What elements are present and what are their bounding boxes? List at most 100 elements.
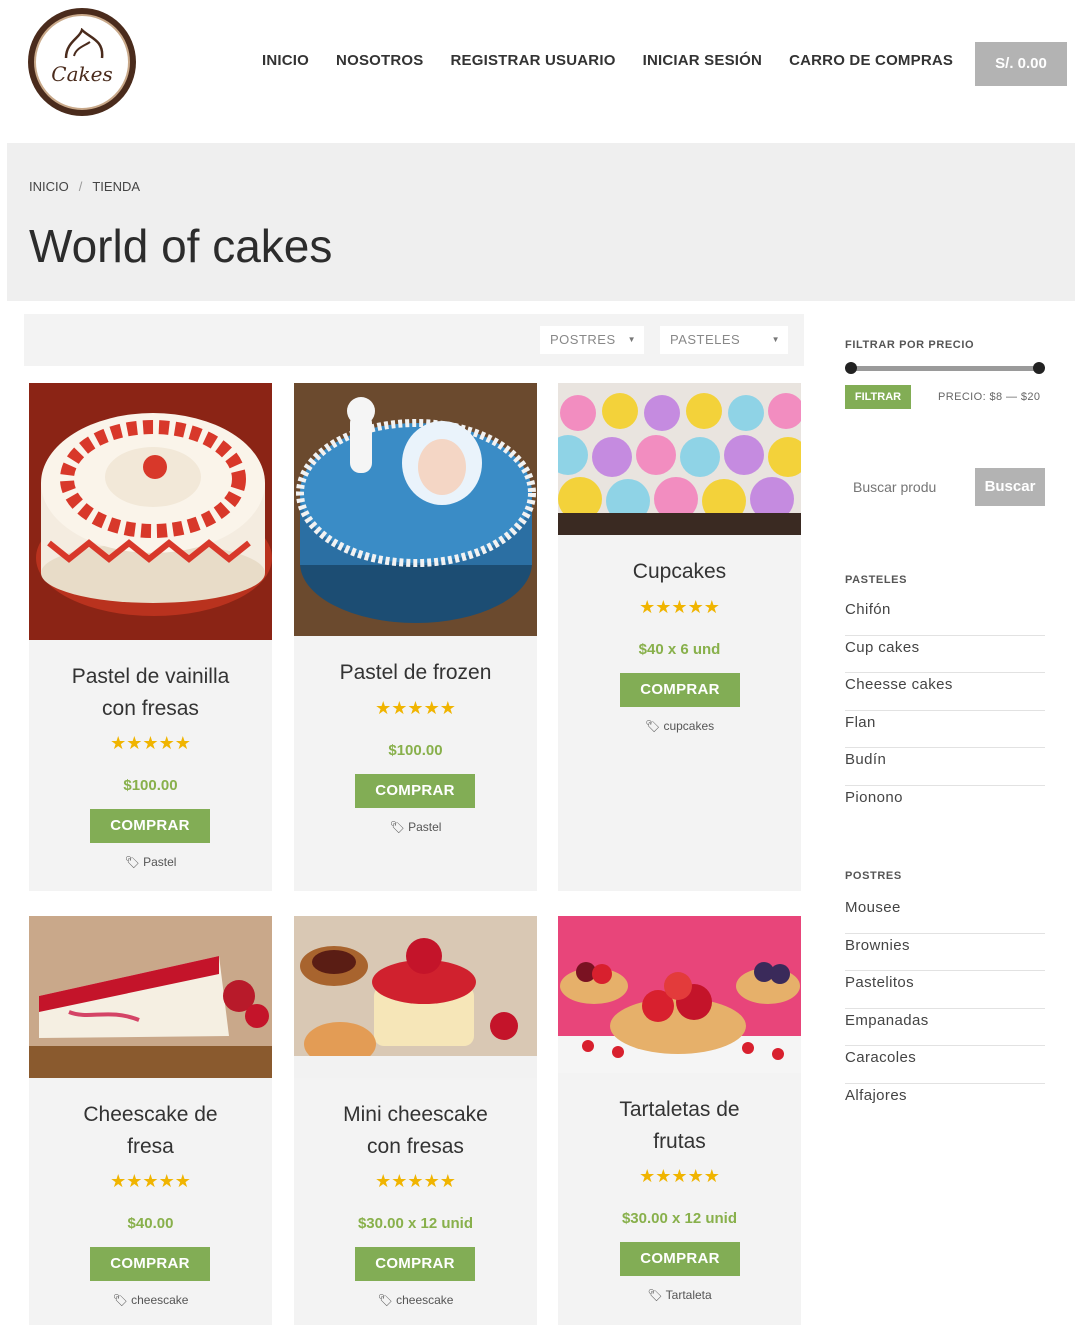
page-title: World of cakes xyxy=(29,220,333,272)
star-rating-icon: ★★★★★ xyxy=(375,1171,456,1191)
product-tag[interactable]: 🏷 Pastel xyxy=(29,855,272,869)
product-image-fruit-tarts[interactable] xyxy=(558,916,801,1073)
search-input[interactable] xyxy=(845,468,973,506)
nav-carro-de-compras[interactable]: CARRO DE COMPRAS xyxy=(789,52,953,69)
product-tag[interactable]: 🏷 cupcakes xyxy=(558,719,801,733)
filtrar-button[interactable]: FILTRAR xyxy=(845,385,911,409)
tag-icon: 🏷 xyxy=(389,820,409,834)
nav-nosotros[interactable]: NOSOTROS xyxy=(336,52,423,69)
product-image-mini-cheesecake[interactable] xyxy=(294,916,537,1078)
category-link-alfajores[interactable]: Alfajores xyxy=(845,1084,1045,1122)
postres-select[interactable]: POSTRES ▼ xyxy=(540,326,644,354)
product-name-line2[interactable]: fresa xyxy=(29,1131,272,1163)
tag-icon: 🏷 xyxy=(112,1293,132,1307)
comprar-button[interactable]: COMPRAR xyxy=(355,1247,475,1281)
product-image-strawberry-cheesecake[interactable] xyxy=(29,916,272,1078)
cupcake-swirl-icon xyxy=(64,28,104,59)
product-price: $100.00 xyxy=(388,742,443,759)
cakes-logo[interactable]: Cakes xyxy=(28,8,136,116)
product-tag[interactable]: 🏷 cheescake xyxy=(294,1293,537,1307)
tag-icon: 🏷 xyxy=(647,1288,666,1302)
product-image-vanilla-strawberry-cake[interactable] xyxy=(29,383,272,640)
category-link-empanadas[interactable]: Empanadas xyxy=(845,1009,1045,1046)
postres-category-title: POSTRES xyxy=(845,870,902,882)
product-card: Mini cheescake con fresas ★★★★★ $30.00 x… xyxy=(294,916,537,1325)
tag-icon: 🏷 xyxy=(124,855,144,869)
category-link-pionono[interactable]: Pionono xyxy=(845,786,1045,824)
star-rating-icon: ★★★★★ xyxy=(375,698,456,718)
product-name[interactable]: Pastel de frozen xyxy=(294,657,537,689)
product-card: Pastel de vainilla con fresas ★★★★★ $100… xyxy=(29,383,272,891)
product-name[interactable]: Tartaletas de xyxy=(558,1094,801,1126)
star-rating-icon: ★★★★★ xyxy=(110,733,191,753)
site-header: Cakes INICIO NOSOTROS REGISTRAR USUARIO … xyxy=(0,0,1075,130)
product-name-line2[interactable]: con fresas xyxy=(29,693,272,725)
pasteles-category-title: PASTELES xyxy=(845,574,908,586)
product-name[interactable]: Cupcakes xyxy=(558,556,801,588)
search-button[interactable]: Buscar xyxy=(975,468,1045,506)
product-card: Tartaletas de frutas ★★★★★ $30.00 x 12 u… xyxy=(558,916,801,1325)
tag-icon: 🏷 xyxy=(377,1293,397,1307)
price-range-track[interactable] xyxy=(850,366,1040,371)
nav-registrar-usuario[interactable]: REGISTRAR USUARIO xyxy=(451,52,616,69)
price-range-min-handle[interactable] xyxy=(845,362,857,374)
breadcrumb-separator: / xyxy=(78,179,83,194)
category-link-flan[interactable]: Flan xyxy=(845,711,1045,748)
comprar-button[interactable]: COMPRAR xyxy=(620,673,740,707)
product-image-cupcakes[interactable] xyxy=(558,383,801,535)
star-rating-icon: ★★★★★ xyxy=(110,1171,191,1191)
price-range-max-handle[interactable] xyxy=(1033,362,1045,374)
product-tag[interactable]: 🏷 cheescake xyxy=(29,1293,272,1307)
product-image-frozen-cake[interactable] xyxy=(294,383,537,636)
product-card: Cupcakes ★★★★★ $40 x 6 und COMPRAR 🏷 cup… xyxy=(558,383,801,891)
pasteles-select-value: PASTELES xyxy=(670,332,741,347)
star-rating-icon: ★★★★★ xyxy=(639,1166,720,1186)
pasteles-select[interactable]: PASTELES ▼ xyxy=(660,326,788,354)
postres-select-value: POSTRES xyxy=(550,332,616,347)
comprar-button[interactable]: COMPRAR xyxy=(355,774,475,808)
comprar-button[interactable]: COMPRAR xyxy=(90,1247,210,1281)
chevron-down-icon: ▼ xyxy=(771,335,780,344)
nav-inicio[interactable]: INICIO xyxy=(262,52,309,69)
product-tag[interactable]: 🏷 Pastel xyxy=(294,820,537,834)
star-rating-icon: ★★★★★ xyxy=(639,597,720,617)
postres-category-list: Mousee Brownies Pastelitos Empanadas Car… xyxy=(845,896,1045,1121)
product-price: $30.00 x 12 unid xyxy=(621,1210,738,1227)
cart-total-button[interactable]: S/. 0.00 xyxy=(975,42,1067,86)
breadcrumb-current: TIENDA xyxy=(92,179,141,194)
price-filter-title: FILTRAR POR PRECIO xyxy=(845,339,975,351)
category-link-brownies[interactable]: Brownies xyxy=(845,934,1045,971)
logo-text: Cakes xyxy=(51,62,113,86)
tag-icon: 🏷 xyxy=(644,719,664,733)
product-name[interactable]: Pastel de vainilla xyxy=(29,661,272,693)
category-link-cup-cakes[interactable]: Cup cakes xyxy=(845,636,1045,673)
main-nav: INICIO NOSOTROS REGISTRAR USUARIO INICIA… xyxy=(262,52,980,69)
product-card: Pastel de frozen ★★★★★ $100.00 COMPRAR 🏷… xyxy=(294,383,537,891)
category-link-caracoles[interactable]: Caracoles xyxy=(845,1046,1045,1084)
page-header-band: INICIO / TIENDA World of cakes xyxy=(7,143,1075,301)
product-name[interactable]: Cheescake de xyxy=(29,1099,272,1131)
category-link-mousee[interactable]: Mousee xyxy=(845,896,1045,934)
comprar-button[interactable]: COMPRAR xyxy=(620,1242,740,1276)
product-card: Cheescake de fresa ★★★★★ $40.00 COMPRAR … xyxy=(29,916,272,1325)
category-link-chifon[interactable]: Chifón xyxy=(845,598,1045,636)
product-name-line2[interactable]: frutas xyxy=(558,1126,801,1158)
nav-iniciar-sesion[interactable]: INICIAR SESIÓN xyxy=(643,52,762,69)
pasteles-category-list: Chifón Cup cakes Cheesse cakes Flan Budí… xyxy=(845,598,1045,823)
product-price: $40.00 xyxy=(127,1215,174,1232)
chevron-down-icon: ▼ xyxy=(627,335,636,344)
breadcrumb-home[interactable]: INICIO xyxy=(29,179,69,194)
filter-bar: POSTRES ▼ PASTELES ▼ xyxy=(24,314,804,366)
product-tag[interactable]: 🏷 Tartaleta xyxy=(558,1288,801,1302)
product-price: $40 x 6 und xyxy=(638,641,721,658)
category-link-cheesse-cakes[interactable]: Cheesse cakes xyxy=(845,673,1045,711)
product-name[interactable]: Mini cheescake xyxy=(294,1099,537,1131)
product-price: $100.00 xyxy=(123,777,178,794)
product-price: $30.00 x 12 unid xyxy=(357,1215,474,1232)
product-name-line2[interactable]: con fresas xyxy=(294,1131,537,1163)
category-link-pastelitos[interactable]: Pastelitos xyxy=(845,971,1045,1009)
category-link-budin[interactable]: Budín xyxy=(845,748,1045,786)
price-range-label: PRECIO: $8 — $20 xyxy=(938,391,1041,403)
breadcrumb: INICIO / TIENDA xyxy=(29,179,140,194)
comprar-button[interactable]: COMPRAR xyxy=(90,809,210,843)
